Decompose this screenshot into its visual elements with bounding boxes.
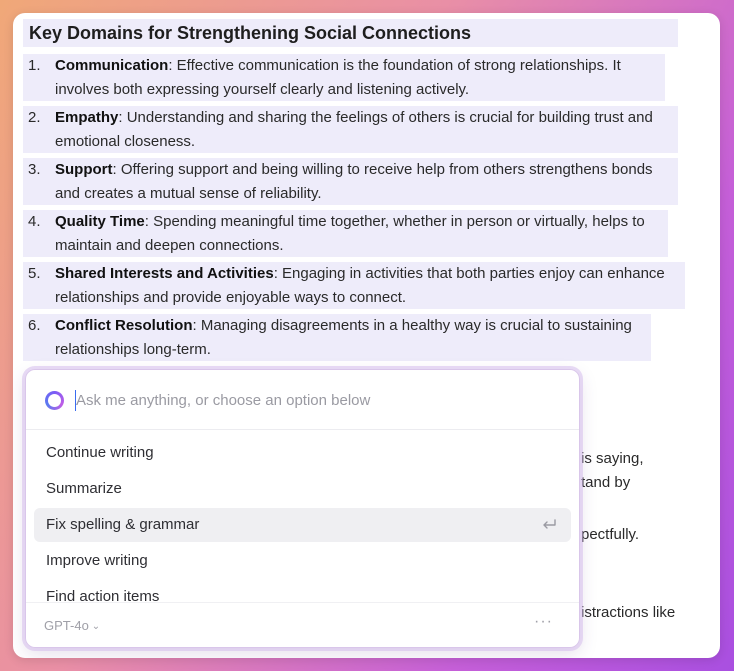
menu-item-fix-spelling-grammar[interactable]: Fix spelling & grammar xyxy=(34,508,571,542)
list-item-text: Communication: Effective communication i… xyxy=(55,54,685,102)
list-item: 4. Quality Time: Spending meaningful tim… xyxy=(23,209,685,258)
obscured-text-fragment: is saying, xyxy=(581,450,644,467)
list-number: 4. xyxy=(28,213,41,230)
item-text-line2: and creates a mutual sense of reliabilit… xyxy=(55,185,322,202)
list-number: 3. xyxy=(28,161,41,178)
enter-key-icon xyxy=(543,519,556,529)
list-item-text: Shared Interests and Activities: Engagin… xyxy=(55,262,685,310)
doc-heading: Key Domains for Strengthening Social Con… xyxy=(23,19,678,47)
list-item: 6. Conflict Resolution: Managing disagre… xyxy=(23,313,685,362)
item-text-line1: : Managing disagreements in a healthy wa… xyxy=(192,317,632,334)
ask-ai-input[interactable] xyxy=(76,385,556,415)
model-selector[interactable]: GPT-4o ⌄ xyxy=(44,617,100,636)
item-text-line2: emotional closeness. xyxy=(55,133,196,150)
item-text-line2: relationships and provide enjoyable ways… xyxy=(55,289,407,306)
item-term: Conflict Resolution xyxy=(55,317,193,334)
obscured-text-fragment: pectfully. xyxy=(581,526,640,543)
menu-item-summarize[interactable]: Summarize xyxy=(34,472,571,506)
document-window: Key Domains for Strengthening Social Con… xyxy=(13,13,720,658)
item-term: Communication xyxy=(55,57,169,74)
list-item: 1. Communication: Effective communicatio… xyxy=(23,53,685,102)
obscured-text-fragment: tand by xyxy=(581,474,631,491)
list-item-text: Conflict Resolution: Managing disagreeme… xyxy=(55,314,685,362)
menu-item-continue-writing[interactable]: Continue writing xyxy=(34,436,571,470)
list-number: 2. xyxy=(28,109,41,126)
menu-item-improve-writing[interactable]: Improve writing xyxy=(34,544,571,578)
list-number: 1. xyxy=(28,57,41,74)
obscured-text-fragment: istractions like xyxy=(581,604,676,621)
item-text-line2: relationships long-term. xyxy=(55,341,211,358)
chevron-down-icon: ⌄ xyxy=(91,621,101,632)
item-term: Shared Interests and Activities xyxy=(55,265,274,282)
list-item: 3. Support: Offering support and being w… xyxy=(23,157,685,206)
list-item-text: Empathy: Understanding and sharing the f… xyxy=(55,106,685,154)
item-text-line2: maintain and deepen connections. xyxy=(55,237,284,254)
ai-action-menu: Continue writing Summarize Fix spelling … xyxy=(34,436,571,602)
item-term: Support xyxy=(55,161,113,178)
menu-item-label: Fix spelling & grammar xyxy=(46,516,200,533)
item-text-line1: : Engaging in activities that both parti… xyxy=(273,265,665,282)
list-number: 5. xyxy=(28,265,41,282)
ai-ring-icon xyxy=(45,391,64,410)
menu-item-find-action-items[interactable]: Find action items xyxy=(34,580,571,602)
list-number: 6. xyxy=(28,317,41,334)
item-term: Quality Time xyxy=(55,213,145,230)
item-text-line1: : Spending meaningful time together, whe… xyxy=(144,213,645,230)
model-label: GPT-4o xyxy=(44,618,89,633)
list-item-text: Support: Offering support and being will… xyxy=(55,158,685,206)
panel-footer: GPT-4o ⌄ ··· xyxy=(26,602,579,647)
ask-row xyxy=(26,370,579,430)
list-item: 2. Empathy: Understanding and sharing th… xyxy=(23,105,685,154)
list-item: 5. Shared Interests and Activities: Enga… xyxy=(23,261,685,310)
item-text-line2: involves both expressing yourself clearl… xyxy=(55,81,470,98)
ai-assistant-panel: Continue writing Summarize Fix spelling … xyxy=(25,369,580,648)
more-options-icon[interactable]: ··· xyxy=(534,613,553,631)
item-text-line1: : Understanding and sharing the feelings… xyxy=(118,109,653,126)
item-text-line1: : Effective communication is the foundat… xyxy=(168,57,621,74)
list-item-text: Quality Time: Spending meaningful time t… xyxy=(55,210,685,258)
item-term: Empathy xyxy=(55,109,119,126)
item-text-line1: : Offering support and being willing to … xyxy=(112,161,653,178)
